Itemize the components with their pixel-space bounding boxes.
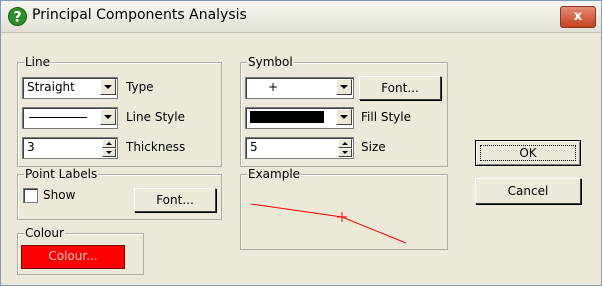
- dialog-window: ? Principal Components Analysis x Line S…: [0, 0, 602, 286]
- chevron-down-icon[interactable]: [336, 79, 352, 95]
- example-group: Example: [240, 167, 448, 250]
- symbol-font-button[interactable]: Font...: [359, 76, 441, 100]
- spin-down-icon[interactable]: [338, 148, 352, 157]
- fill-style-select[interactable]: [245, 107, 354, 129]
- thickness-label: Thickness: [126, 140, 186, 154]
- colour-button[interactable]: Colour...: [21, 245, 125, 269]
- line-type-value: Straight: [27, 80, 75, 94]
- chevron-down-icon[interactable]: [100, 79, 116, 95]
- fill-style-preview: [250, 111, 324, 123]
- point-labels-font-button[interactable]: Font...: [134, 188, 216, 212]
- thickness-spinner[interactable]: 3: [22, 137, 118, 159]
- dialog-client: Line Straight Type Line Style 3 Thicknes…: [9, 41, 594, 281]
- show-checkbox[interactable]: [23, 188, 38, 203]
- line-type-label: Type: [126, 80, 154, 94]
- spin-up-icon[interactable]: [102, 139, 116, 148]
- spin-up-icon[interactable]: [338, 139, 352, 148]
- size-value: 5: [250, 140, 258, 154]
- example-line: [250, 203, 407, 244]
- point-labels-legend: Point Labels: [24, 167, 99, 181]
- example-preview: [250, 203, 407, 244]
- close-button[interactable]: x: [560, 6, 596, 28]
- symbol-group-legend: Symbol: [247, 55, 294, 69]
- chevron-down-icon[interactable]: [336, 109, 352, 125]
- ok-button[interactable]: OK: [475, 140, 581, 166]
- line-type-select[interactable]: Straight: [22, 77, 118, 99]
- colour-legend: Colour: [24, 226, 65, 240]
- line-group: Line Straight Type Line Style 3 Thicknes…: [17, 55, 222, 167]
- cancel-button[interactable]: Cancel: [475, 178, 581, 204]
- fill-style-label: Fill Style: [361, 110, 411, 124]
- size-label: Size: [361, 140, 386, 154]
- help-icon: ?: [8, 7, 27, 26]
- spin-down-icon[interactable]: [102, 148, 116, 157]
- symbol-value: +: [268, 80, 279, 94]
- line-style-label: Line Style: [126, 110, 185, 124]
- size-spinner[interactable]: 5: [245, 137, 354, 159]
- line-style-preview: [29, 117, 87, 118]
- window-title: Principal Components Analysis: [32, 7, 247, 23]
- line-style-select[interactable]: [22, 107, 118, 129]
- svg-text:?: ?: [13, 10, 21, 26]
- chevron-down-icon[interactable]: [100, 109, 116, 125]
- symbol-group: Symbol + Font... Fill Style 5 Size: [240, 55, 448, 167]
- symbol-select[interactable]: +: [245, 77, 354, 99]
- close-icon: x: [573, 9, 583, 24]
- title-bar: ? Principal Components Analysis x: [1, 1, 601, 33]
- thickness-value: 3: [27, 140, 35, 154]
- show-label[interactable]: Show: [43, 188, 75, 202]
- point-labels-group: Point Labels Show Font...: [17, 167, 222, 220]
- line-group-legend: Line: [24, 55, 52, 69]
